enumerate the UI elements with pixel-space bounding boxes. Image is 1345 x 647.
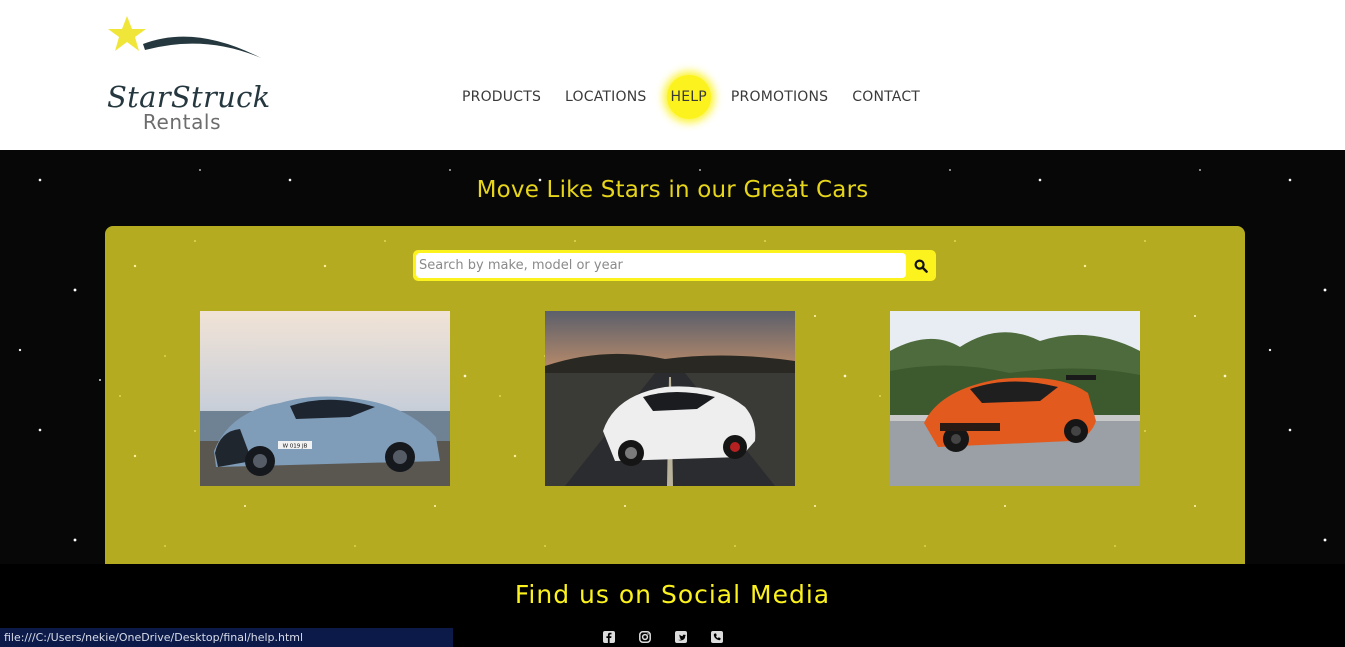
nav-item-label: PROMOTIONS [730,89,829,105]
search-bar [413,250,936,281]
nav-item-locations[interactable]: LOCATIONS [553,80,658,114]
social-links [602,630,724,644]
car-card-1[interactable]: W 019 JB [200,311,450,486]
search-button[interactable] [908,253,934,278]
instagram-link[interactable] [638,630,652,644]
car-card-3[interactable] [890,311,1140,486]
logo[interactable]: StarStruck Rentals [105,14,271,136]
search-icon [914,258,928,273]
search-input[interactable] [416,253,906,278]
car-photo-white-sports-car [545,311,795,486]
car-gallery-panel: W 019 JB [105,226,1245,564]
car-photo-orange-sports-car [890,311,1140,486]
main-nav: PRODUCTS LOCATIONS HELP PROMOTIONS CONTA… [450,75,932,119]
logo-subtitle: Rentals [142,110,222,134]
phone-link[interactable] [710,630,724,644]
facebook-link[interactable] [602,630,616,644]
nav-item-contact[interactable]: CONTACT [840,80,932,114]
nav-item-label: CONTACT [852,89,921,105]
site-header: StarStruck Rentals PRODUCTS LOCATIONS HE… [0,0,1345,150]
instagram-icon [639,631,651,643]
browser-status-bar: file:///C:/Users/nekie/OneDrive/Desktop/… [0,628,453,647]
nav-item-label: HELP [670,89,707,105]
nav-item-help[interactable]: HELP [658,75,718,119]
license-plate-text: W 019 JB [283,444,308,450]
logo-name: StarStruck [107,80,271,114]
star-swoosh-icon [108,16,261,58]
facebook-icon [603,631,615,643]
starfield-hero: Move Like Stars in our Great Cars Search… [0,150,1345,564]
hero-title: Move Like Stars in our Great Cars [476,177,869,203]
nav-item-products[interactable]: PRODUCTS [450,80,553,114]
page: StarStruck Rentals PRODUCTS LOCATIONS HE… [0,0,1345,647]
nav-item-label: PRODUCTS [462,89,542,105]
twitter-icon [675,631,687,643]
car-photo-blue-coupe: W 019 JB [200,311,450,486]
nav-item-label: LOCATIONS [565,89,647,105]
nav-item-promotions[interactable]: PROMOTIONS [719,80,840,114]
phone-icon [711,631,723,643]
car-card-2[interactable] [545,311,795,486]
twitter-link[interactable] [674,630,688,644]
footer-title: Find us on Social Media [514,580,831,609]
